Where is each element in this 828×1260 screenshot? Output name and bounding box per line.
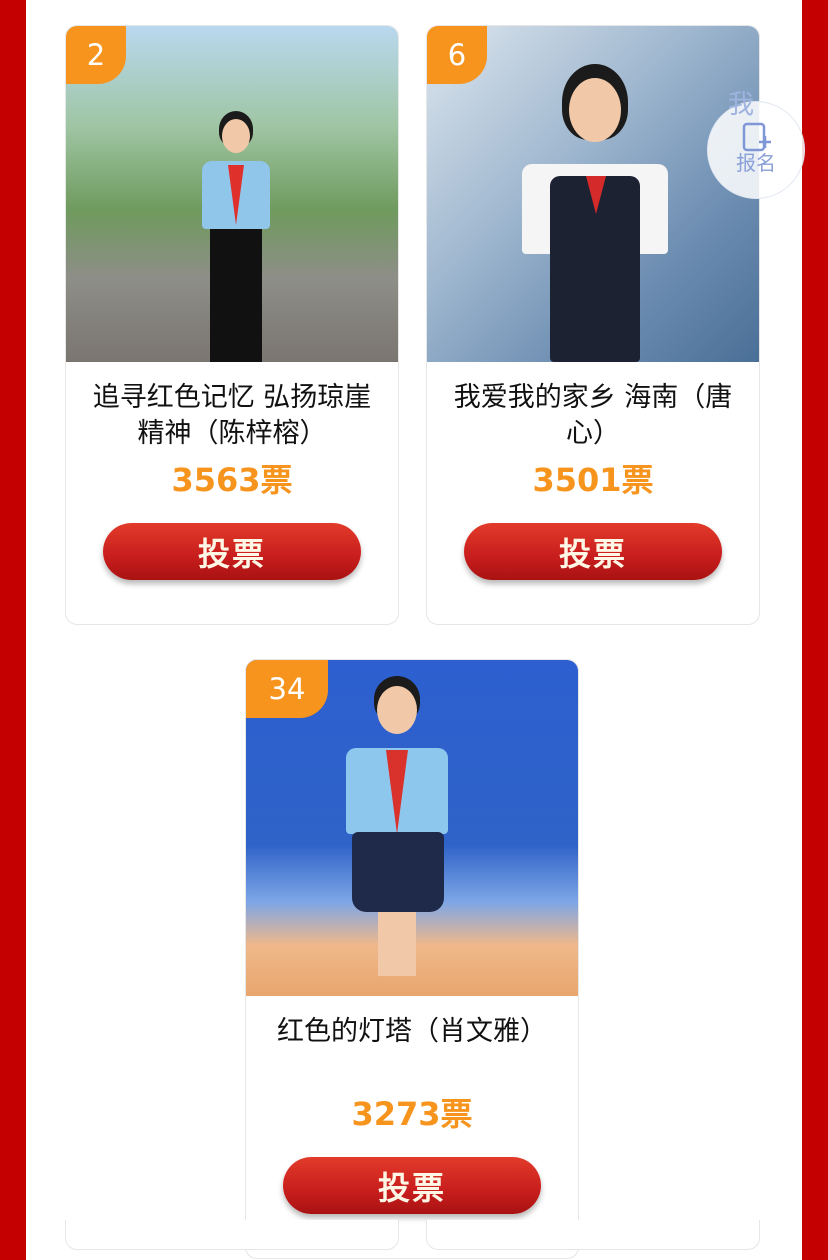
partial-card — [65, 1220, 399, 1250]
entry-card[interactable]: 6 我爱我的家乡 海南（唐心） 3501票 投票 — [426, 25, 760, 625]
entry-photo[interactable]: 2 — [66, 26, 398, 362]
entry-card[interactable]: 2 追寻红色记忆 弘扬琼崖精神（陈梓榕） 3563票 投票 — [65, 25, 399, 625]
rank-badge: 6 — [427, 26, 487, 84]
rank-badge: 2 — [66, 26, 126, 84]
vote-count: 3273票 — [351, 1095, 473, 1133]
entry-title: 我爱我的家乡 海南（唐心） — [453, 382, 733, 449]
register-top-char: 我 — [728, 90, 755, 120]
vote-button[interactable]: 投票 — [464, 523, 722, 580]
rank-badge: 34 — [246, 660, 328, 718]
entry-title: 红色的灯塔（肖文雅） — [277, 1016, 547, 1047]
content-area: 2 追寻红色记忆 弘扬琼崖精神（陈梓榕） 3563票 投票 6 我爱我的家乡 海… — [26, 0, 802, 1260]
entry-title: 追寻红色记忆 弘扬琼崖精神（陈梓榕） — [92, 382, 372, 449]
register-doc-icon — [741, 120, 773, 160]
entry-photo[interactable]: 34 — [246, 660, 578, 996]
vote-count: 3501票 — [532, 461, 654, 499]
vote-button[interactable]: 投票 — [283, 1157, 541, 1214]
vote-count: 3563票 — [171, 461, 293, 499]
entry-card[interactable]: 34 红色的灯塔（肖文雅） 3273票 投票 — [245, 659, 579, 1259]
entry-photo[interactable]: 6 — [427, 26, 759, 362]
partial-card — [426, 1220, 760, 1250]
vote-button[interactable]: 投票 — [103, 523, 361, 580]
register-float-button[interactable]: 我 报名 — [707, 90, 805, 199]
